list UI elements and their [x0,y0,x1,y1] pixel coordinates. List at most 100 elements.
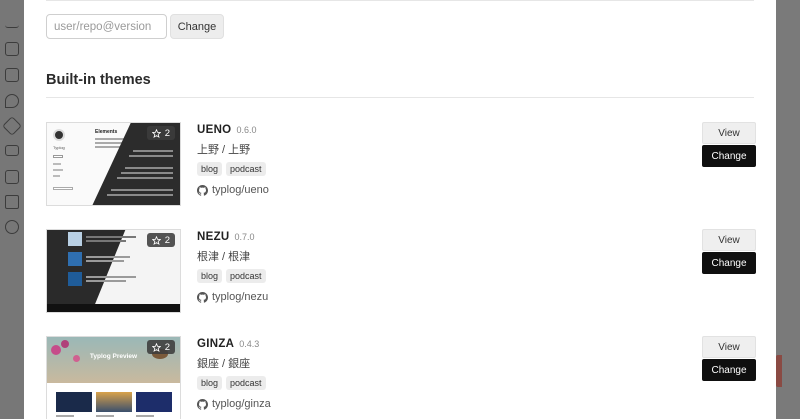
thumb-line [53,163,61,165]
thumb-line [121,172,173,174]
star-count: 2 [164,127,170,139]
thumb-line [86,276,136,278]
activity-icon [5,14,19,28]
book-icon [5,170,19,184]
theme-tags: blog podcast [197,269,268,283]
view-theme-button[interactable]: View [702,336,756,358]
theme-version: 0.6.0 [236,125,257,135]
thumb-line [125,167,173,169]
theme-info: GINZA 0.4.3 銀座 / 銀座 blog podcast typlog/… [197,338,271,410]
theme-version: 0.4.3 [239,339,260,349]
star-icon [151,342,161,352]
theme-thumbnail-ueno[interactable]: Typlog Elements 2 [46,122,181,206]
theme-row-ueno: Typlog Elements 2 UENO 0.6.0 上野 / 上野 blo… [46,122,756,208]
theme-repo-name: typlog/ginza [212,398,271,410]
theme-repo-name: typlog/nezu [212,291,269,303]
thumb-line [86,236,136,238]
github-icon [197,291,208,303]
theme-tags: blog podcast [197,162,269,176]
thumb-flower [61,340,69,348]
theme-thumbnail-nezu[interactable]: 2 [46,229,181,313]
thumb-title: Typlog Preview [89,353,138,360]
theme-settings-modal: Change Built-in themes Typlog Elements [24,0,776,419]
star-count: 2 [164,341,170,353]
theme-row-ginza: Typlog Preview 2 GINZA 0.4.3 銀座 / 銀座 blo… [46,336,756,419]
section-title: Built-in themes [46,72,151,88]
gear-icon [5,220,19,234]
change-theme-button[interactable]: Change [702,145,756,167]
star-badge: 2 [146,233,175,247]
tag-podcast[interactable]: podcast [226,162,266,176]
thumb-brand: Typlog [53,145,65,150]
star-badge: 2 [146,340,175,354]
thumb-heading: Elements [95,129,118,135]
thumb-image [68,272,82,286]
thumb-card [56,392,92,412]
theme-repo-link[interactable]: typlog/ginza [197,398,271,410]
change-theme-button[interactable]: Change [702,359,756,381]
tag-blog[interactable]: blog [197,269,223,283]
star-badge: 2 [146,126,175,140]
theme-tags: blog podcast [197,376,271,390]
theme-name: UENO [197,124,232,136]
tag-podcast[interactable]: podcast [226,376,266,390]
thumb-line [95,138,125,140]
theme-japanese-name: 根津 / 根津 [197,251,251,263]
thumb-line [111,189,173,191]
image-icon [5,68,19,82]
thumb-line [86,280,126,282]
thumb-line [107,194,173,196]
theme-repo-link[interactable]: typlog/nezu [197,291,268,303]
theme-repo-name: typlog/ueno [212,184,269,196]
divider [46,97,754,98]
thumb-line [117,177,173,179]
tag-podcast[interactable]: podcast [226,269,266,283]
thumb-logo [53,129,65,141]
thumb-line [96,415,114,417]
theme-repo-link[interactable]: typlog/ueno [197,184,269,196]
theme-japanese-name: 上野 / 上野 [197,144,251,156]
star-icon [151,235,161,245]
theme-info: NEZU 0.7.0 根津 / 根津 blog podcast typlog/n… [197,231,268,303]
theme-name: GINZA [197,338,235,350]
theme-row-nezu: 2 NEZU 0.7.0 根津 / 根津 blog podcast typlog… [46,229,756,315]
divider [46,0,754,1]
thumb-image [68,232,82,246]
tag-blog[interactable]: blog [197,162,223,176]
thumb-line [53,187,73,190]
star-icon [151,128,161,138]
star-count: 2 [164,234,170,246]
thumb-line [86,240,126,242]
thumb-line [53,169,63,171]
change-theme-button[interactable]: Change [702,252,756,274]
theme-japanese-name: 銀座 / 銀座 [197,358,251,370]
thumb-line [136,415,154,417]
theme-version: 0.7.0 [234,232,255,242]
thumb-card [96,392,132,412]
thumb-image [68,252,82,266]
mail-icon [5,145,19,156]
theme-repo-input[interactable] [46,14,167,39]
thumb-line [53,175,60,177]
github-icon [197,398,208,410]
document-icon [5,42,19,56]
thumb-line [56,415,74,417]
view-theme-button[interactable]: View [702,122,756,144]
thumb-line [129,155,173,157]
theme-info: UENO 0.6.0 上野 / 上野 blog podcast typlog/u… [197,124,269,196]
package-icon [5,195,19,209]
tag-icon [2,116,22,136]
thumb-line [53,155,63,158]
theme-thumbnail-ginza[interactable]: Typlog Preview 2 [46,336,181,419]
view-theme-button[interactable]: View [702,229,756,251]
install-change-button[interactable]: Change [170,14,224,39]
background-sidebar [0,0,24,419]
thumb-card [136,392,172,412]
thumb-line [133,150,173,152]
tag-blog[interactable]: blog [197,376,223,390]
github-icon [197,184,208,196]
thumb-line [86,260,124,262]
thumb-line [86,256,130,258]
comment-icon [5,94,19,108]
thumb-footer [47,304,180,312]
